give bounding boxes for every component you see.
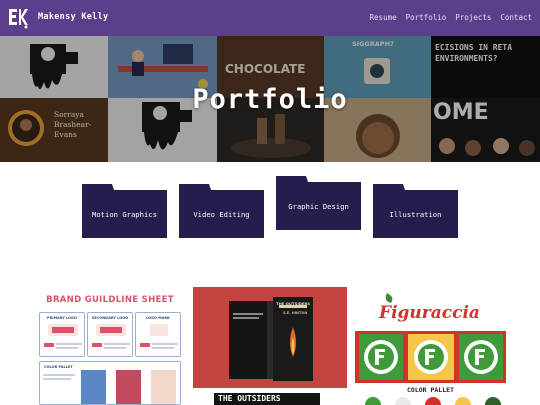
brand-sheet-title: BRAND GUILDLINE SHEET <box>46 295 174 305</box>
figuraccia-title: Figuraccia <box>379 303 480 323</box>
folder-label: Graphic Design <box>288 202 349 211</box>
project-card-figuraccia[interactable]: Figuraccia COLOR PALLET <box>355 287 506 405</box>
hero-title: Portfolio <box>192 84 348 115</box>
nav-link-resume[interactable]: Resume <box>370 13 397 22</box>
nav-link-portfolio[interactable]: Portfolio <box>406 13 447 22</box>
color-pallet-box: COLOR PALLET <box>39 361 181 405</box>
project-card-book-cover[interactable]: THE OUTSIDERS S.E. HINTON <box>193 287 347 388</box>
logo-icon[interactable] <box>6 6 30 30</box>
nav-link-contact[interactable]: Contact <box>500 13 532 22</box>
book-strip: THE OUTSIDERS <box>214 393 320 405</box>
primary-logo-box: PRIMARY LOGO <box>39 312 85 357</box>
folder-video-editing[interactable]: Video Editing <box>179 184 264 238</box>
book-strip-title: THE OUTSIDERS <box>218 394 281 403</box>
logo-mark-box: LOGO MARK <box>135 312 181 357</box>
hero-banner: CHOCOLATE SIGGRAPH? ECISIONS IN RETA ENV… <box>0 36 540 162</box>
folder-illustration[interactable]: Illustration <box>373 184 458 238</box>
figuraccia-caption: COLOR PALLET <box>407 386 454 394</box>
folder-label: Illustration <box>389 210 442 219</box>
secondary-logo-box: SECONDARY LOGO <box>87 312 133 357</box>
site-name[interactable]: Makensy Kelly <box>38 12 108 22</box>
folder-label: Video Editing <box>193 210 250 219</box>
project-card-brand-sheet[interactable]: BRAND GUILDLINE SHEET PRIMARY LOGO SECON… <box>36 287 184 405</box>
folder-graphic-design[interactable]: Graphic Design <box>276 176 361 230</box>
book-author: S.E. HINTON <box>283 311 308 315</box>
folder-label: Motion Graphics <box>92 210 157 219</box>
top-nav: Makensy Kelly Resume Portfolio Projects … <box>0 0 540 36</box>
nav-links: Resume Portfolio Projects Contact <box>370 13 532 22</box>
nav-link-projects[interactable]: Projects <box>455 13 491 22</box>
folder-motion-graphics[interactable]: Motion Graphics <box>82 184 167 238</box>
book-title: THE OUTSIDERS <box>276 301 311 306</box>
